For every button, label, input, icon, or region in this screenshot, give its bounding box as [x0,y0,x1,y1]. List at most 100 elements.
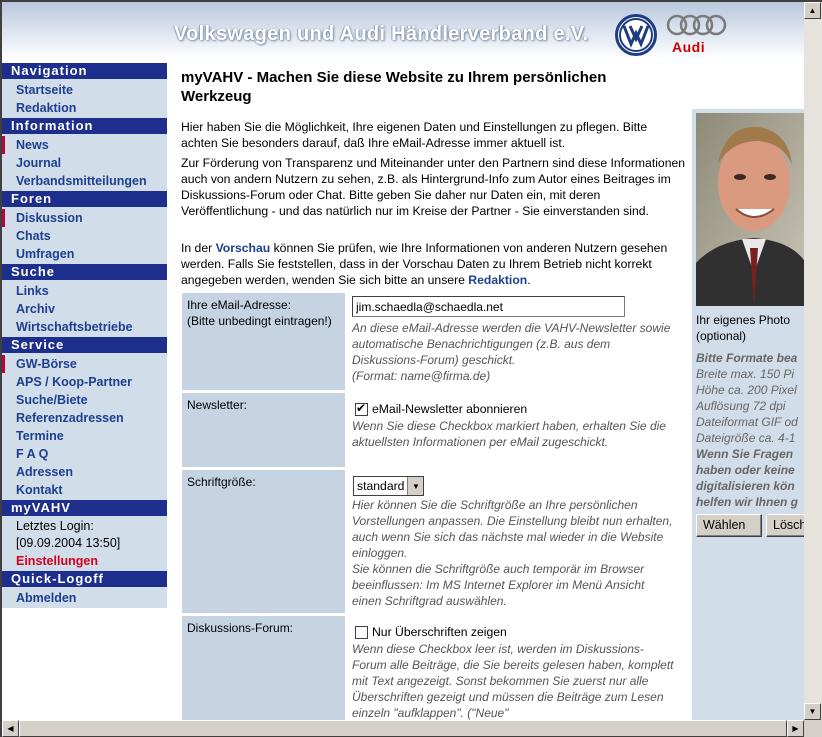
nav-section-suche: Links Archiv Wirtschaftsbetriebe [2,280,167,337]
last-login-label: Letztes Login: [16,519,94,533]
email-label-note: (Bitte unbedingt eintragen!) [187,314,332,328]
photo-hint-line: Breite max. 150 Pi [696,367,795,381]
forum-hint: Wenn diese Checkbox leer ist, werden im … [352,642,674,720]
fontsize-row: Schriftgröße: standard ▼ Hier können Sie… [182,470,682,613]
forum-checkbox-label: Nur Überschriften zeigen [372,625,507,639]
sidebar-item-gw-boerse[interactable]: GW-Börse [2,355,167,373]
photo-hint-line: digitalisieren kön [696,479,795,493]
sidebar-item-chats[interactable]: Chats [2,227,167,245]
sidebar-item-startseite[interactable]: Startseite [2,81,167,99]
nav-section-logoff: Abmelden [2,587,167,608]
forum-field-cell: Nur Überschriften zeigen Wenn diese Chec… [347,616,682,720]
sidebar-item-links[interactable]: Links [2,282,167,300]
site-title: Volkswagen und Audi Händlerverband e.V. [174,23,589,45]
chevron-down-icon[interactable]: ▼ [407,477,424,495]
sidebar-item-journal[interactable]: Journal [2,154,167,172]
nav-section-information: News Journal Verbandsmitteilungen [2,134,167,191]
fontsize-select[interactable]: standard ▼ [353,476,425,496]
photo-hint-line: Dateigröße ca. 4-1 [696,431,796,445]
sidebar-item-termine[interactable]: Termine [2,427,167,445]
vertical-scrollbar[interactable]: ▲ ▼ [804,2,822,720]
nav-section-navigation: Startseite Redaktion [2,79,167,118]
page-title: myVAHV - Machen Sie diese Website zu Ihr… [181,69,607,105]
nav-heading-foren: Foren [2,191,167,207]
preview-text-after: . [527,273,531,287]
forum-checkbox-row: Nur Überschriften zeigen [355,623,677,641]
sidebar-item-suche-biete[interactable]: Suche/Biete [2,391,167,409]
newsletter-hint: Wenn Sie diese Checkbox markiert haben, … [352,419,666,449]
nav-heading-information: Information [2,118,167,134]
email-row: Ihre eMail-Adresse: (Bitte unbedingt ein… [182,293,682,390]
fontsize-label-cell: Schriftgröße: [182,470,345,613]
scroll-down-icon[interactable]: ▼ [804,703,821,720]
scroll-up-icon[interactable]: ▲ [804,2,821,19]
nav-section-service: GW-Börse APS / Koop-Partner Suche/Biete … [2,353,167,500]
email-hint: An diese eMail-Adresse werden die VAHV-N… [352,321,671,367]
delete-photo-button[interactable]: Lösch [766,514,804,537]
vw-logo-icon [615,14,657,56]
photo-caption-title: Ihr eigenes Photo [696,313,791,327]
scroll-left-icon[interactable]: ◀ [2,720,19,737]
nav-heading-quick-logoff: Quick-Logoff [2,571,167,587]
user-photo [696,113,804,306]
vorschau-link[interactable]: Vorschau [216,241,271,255]
email-format-hint: (Format: name@firma.de) [352,369,491,383]
audi-rings-icon [666,14,727,36]
photo-hint-line: Bitte Formate bea [696,351,798,365]
sidebar-item-news[interactable]: News [2,136,167,154]
forum-headlines-checkbox[interactable] [355,625,368,639]
last-login-value: [09.09.2004 13:50] [16,536,121,550]
preview-paragraph: In der Vorschau können Sie prüfen, wie I… [181,240,686,288]
newsletter-label: Newsletter: [187,398,248,412]
newsletter-label-cell: Newsletter: [182,393,345,467]
photo-panel: Ihr eigenes Photo (optional) Bitte Forma… [692,109,804,720]
choose-photo-button[interactable]: Wählen [696,514,762,537]
preview-text-before: In der [181,241,216,255]
nav-section-foren: Diskussion Chats Umfragen [2,207,167,264]
sidebar-item-kontakt[interactable]: Kontakt [2,481,167,499]
forum-label: Diskussions-Forum: [187,621,294,635]
photo-hint-line: Wenn Sie Fragen [696,447,794,461]
email-field-cell: An diese eMail-Adresse werden die VAHV-N… [347,293,682,390]
sidebar-item-aps-koop-partner[interactable]: APS / Koop-Partner [2,373,167,391]
redaktion-link[interactable]: Redaktion [468,273,527,287]
horizontal-scroll-thumb[interactable] [19,720,787,737]
horizontal-scrollbar[interactable]: ◀ ▶ [2,720,804,737]
nav-heading-navigation: Navigation [2,63,167,79]
forum-label-cell: Diskussions-Forum: [182,616,345,720]
fontsize-field-cell: standard ▼ Hier können Sie die Schriftgr… [347,470,682,613]
photo-hint-line: haben oder keine [696,463,795,477]
email-field[interactable] [352,296,625,317]
fontsize-select-value: standard [357,479,405,493]
sidebar-item-umfragen[interactable]: Umfragen [2,245,167,263]
sidebar-item-adressen[interactable]: Adressen [2,463,167,481]
forum-row: Diskussions-Forum: Nur Überschriften zei… [182,616,682,720]
sidebar-item-einstellungen[interactable]: Einstellungen [2,552,167,570]
sidebar-item-faq[interactable]: F A Q [2,445,167,463]
email-label-cell: Ihre eMail-Adresse: (Bitte unbedingt ein… [182,293,345,390]
sidebar-item-referenzadressen[interactable]: Referenzadressen [2,409,167,427]
main-content: myVAHV - Machen Sie diese Website zu Ihr… [173,60,688,720]
newsletter-row: Newsletter: eMail-Newsletter abonnieren … [182,393,682,467]
nav-heading-suche: Suche [2,264,167,280]
photo-hints: Bitte Formate bea Breite max. 150 Pi Höh… [696,350,804,510]
newsletter-checkbox-row: eMail-Newsletter abonnieren [355,400,677,418]
sidebar-item-archiv[interactable]: Archiv [2,300,167,318]
photo-hint-line: Höhe ca. 200 Pixel [696,383,797,397]
audi-logo-text: Audi [672,39,706,55]
nav-heading-myvahv: myVAHV [2,500,167,516]
newsletter-checkbox[interactable] [355,401,368,416]
sidebar-item-diskussion[interactable]: Diskussion [2,209,167,227]
sidebar-item-wirtschaftsbetriebe[interactable]: Wirtschaftsbetriebe [2,318,167,336]
nav-section-myvahv: Letztes Login: [09.09.2004 13:50] Einste… [2,516,167,571]
transparency-paragraph: Zur Förderung von Transparenz und Mitein… [181,156,686,218]
header-banner: Volkswagen und Audi Händlerverband e.V. … [2,2,804,60]
email-label: Ihre eMail-Adresse: [187,298,292,312]
sidebar-item-verbandsmitteilungen[interactable]: Verbandsmitteilungen [2,172,167,190]
sidebar-item-redaktion[interactable]: Redaktion [2,99,167,117]
newsletter-field-cell: eMail-Newsletter abonnieren Wenn Sie die… [347,393,682,467]
fontsize-label: Schriftgröße: [187,475,256,489]
scroll-right-icon[interactable]: ▶ [787,720,804,737]
sidebar-item-abmelden[interactable]: Abmelden [2,589,167,607]
fontsize-hint-browser: Sie können die Schriftgröße auch temporä… [352,562,645,608]
